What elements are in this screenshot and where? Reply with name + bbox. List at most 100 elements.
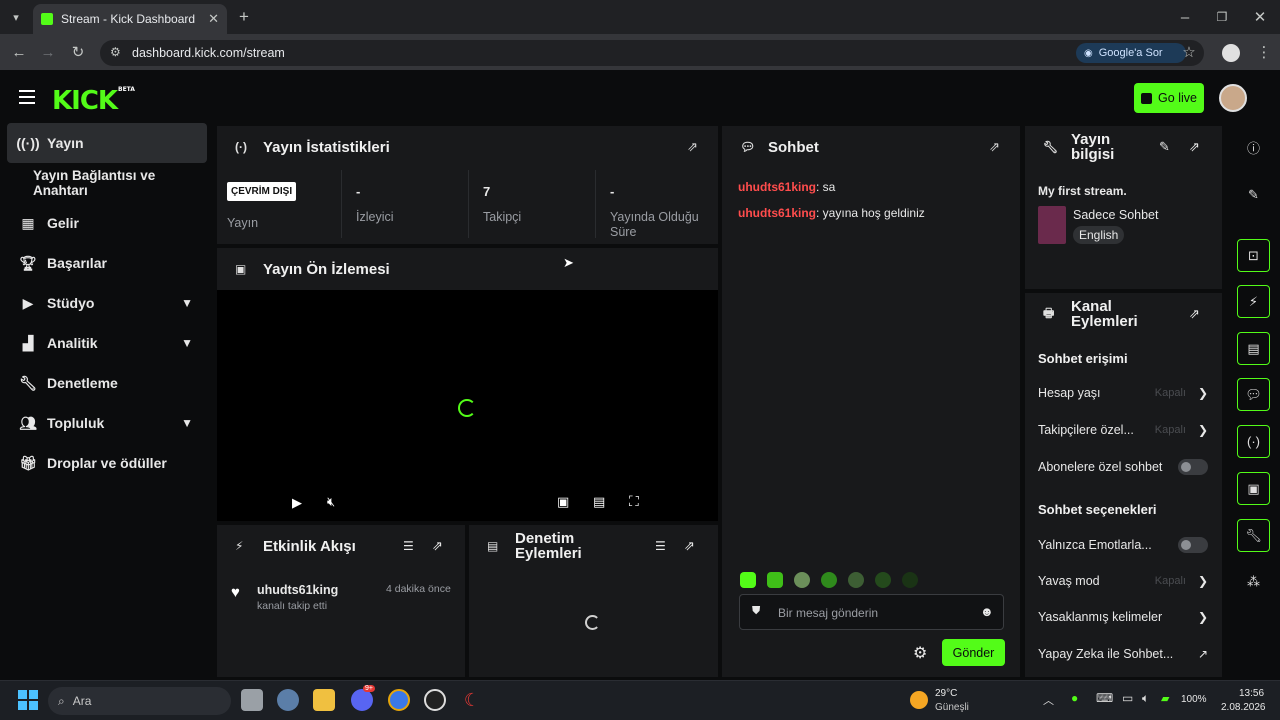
video-icon[interactable]: ▣ [1237,472,1270,505]
windows-start-icon[interactable] [18,690,38,710]
clock-date[interactable]: 2.08.2026 [1221,702,1266,713]
subs-only-row: Abonelere özel sohbet [1038,456,1208,478]
language-tag: English [1073,226,1125,244]
sidebar-item-yayin[interactable]: ((·)) Yayın [7,123,207,163]
mute-icon[interactable]: 🔇︎ [327,494,335,510]
sidebar-item-denetleme[interactable]: 🔧︎ Denetleme [7,363,207,403]
emoji-icon[interactable]: ☻ [980,604,994,619]
restore-icon[interactable]: ❐ [1210,5,1234,29]
emote-icon[interactable] [740,572,756,588]
emote-icon[interactable] [794,572,810,588]
window-close-icon[interactable]: ✕ [1248,5,1272,29]
gift-icon: 🎁︎ [19,454,37,471]
wrench-icon[interactable]: 🔧︎ [1237,519,1270,552]
sidebar-item-droplar[interactable]: 🎁︎ Droplar ve ödüller [7,443,207,483]
emote-bar[interactable] [740,572,918,588]
browser-menu-icon[interactable]: ⋮ [1252,40,1276,64]
ask-google-button[interactable]: ◉ Google'a Sor [1076,43,1186,63]
sidebar-item-topluluk[interactable]: 👥︎ Topluluk ▼ [7,403,207,443]
chat-input[interactable]: ⛊ Bir mesaj gönderin ☻ [739,594,1004,630]
battery-icon[interactable]: ▰ [1161,692,1169,705]
browser-tabstrip: ▾ Stream - Kick Dashboard ✕ + – ❐ ✕ [0,0,1280,34]
filter-icon[interactable]: ☰ [655,539,666,553]
sidebar-item-basarilar[interactable]: 🏆︎ Başarılar [7,243,207,283]
popout-icon[interactable]: ⇗ [687,139,698,155]
forward-icon[interactable]: → [36,40,60,64]
sidebar-item-analitik[interactable]: ▟ Analitik ▼ [7,323,207,363]
network-icon[interactable]: ▭ [1122,691,1133,705]
user-avatar[interactable] [1219,84,1247,112]
edit-pencil-icon[interactable]: ✎ [1159,139,1170,155]
emote-icon[interactable] [821,572,837,588]
microphone-icon[interactable]: ● [1071,691,1078,705]
go-live-button[interactable]: Go live [1134,83,1204,113]
kick-logo[interactable]: KICK BETA [52,86,135,116]
browser-tab[interactable]: Stream - Kick Dashboard ✕ [33,4,227,34]
stream-title: My first stream. [1038,184,1127,198]
sidebar-item-studyo[interactable]: ▶ Stüdyo ▼ [7,283,207,323]
fullscreen-icon[interactable]: ⛶ [629,493,639,510]
clock-time[interactable]: 13:56 [1239,688,1264,699]
account-age-row[interactable]: Hesap yaşı Kapalı ❯ [1038,382,1208,404]
emote-icon[interactable] [848,572,864,588]
banned-words-row[interactable]: Yasaklanmış kelimeler ❯ [1038,606,1208,628]
filter-icon[interactable]: ☰ [403,539,414,553]
back-icon[interactable]: ← [7,40,31,64]
slow-mode-row[interactable]: Yavaş mod Kapalı ❯ [1038,570,1208,592]
file-explorer-icon[interactable] [313,689,335,711]
profile-icon[interactable] [1222,44,1240,62]
chat-bubble-icon[interactable]: 💬︎ [1237,378,1270,411]
video-icon: ▶ [22,294,34,311]
new-tab-icon[interactable]: + [232,5,256,29]
reload-icon[interactable]: ↻ [66,40,90,64]
popout-icon[interactable]: ⇗ [1189,139,1200,155]
document-icon[interactable]: ▤ [1237,332,1270,365]
edit-pencil-icon[interactable]: ✎ [1237,178,1270,211]
info-icon[interactable]: ⓘ [1237,131,1270,164]
followers-only-row[interactable]: Takipçilere özel... Kapalı ❯ [1038,419,1208,441]
popout-icon[interactable]: ⇗ [989,139,1000,155]
theater-icon[interactable]: ▤ [593,494,605,510]
category-name[interactable]: Sadece Sohbet [1073,208,1159,222]
app-crescent-icon[interactable]: ☾ [461,689,483,711]
emote-icon[interactable] [767,572,783,588]
address-bar[interactable]: ⚙ dashboard.kick.com/stream ◉ Google'a S… [100,40,1204,66]
pip-icon[interactable]: ▣ [557,494,569,510]
sidebar-item-gelir[interactable]: ▦ Gelir [7,203,207,243]
discord-icon[interactable]: 9+ [351,685,375,711]
lightning-icon[interactable]: ⚡︎ [1237,285,1270,318]
volume-icon[interactable]: 🔈︎ [1142,691,1149,706]
popout-icon[interactable]: ⇗ [1189,306,1200,322]
ai-chat-row[interactable]: Yapay Zeka ile Sohbet... ↗ [1038,643,1208,665]
bookmark-star-icon[interactable]: ☆ [1177,40,1201,64]
task-view-icon[interactable] [241,689,263,711]
settings-gear-icon[interactable] [277,689,299,711]
hamburger-menu-icon[interactable] [19,90,35,104]
chat-username[interactable]: uhudts61king [738,180,816,194]
subs-only-toggle[interactable] [1178,459,1208,475]
taskbar-search[interactable]: ⌕ Ara [48,687,231,715]
popout-icon[interactable]: ⇗ [684,538,695,554]
minimize-icon[interactable]: – [1173,5,1197,29]
section-title: Sohbet erişimi [1038,351,1128,366]
chrome-icon[interactable] [388,689,410,711]
popout-icon[interactable]: ⇗ [432,538,443,554]
play-icon[interactable]: ▶ [292,495,302,511]
capture-icon[interactable]: ⊡ [1237,239,1270,272]
logo-text: KICK [52,86,118,116]
emote-icon[interactable] [902,572,918,588]
site-info-icon[interactable]: ⚙ [110,45,121,59]
emote-icon[interactable] [875,572,891,588]
tab-list-chevron-icon[interactable]: ▾ [4,5,28,29]
chat-username[interactable]: uhudts61king [738,206,816,220]
keyboard-icon[interactable]: ⌨ [1096,691,1113,705]
send-button[interactable]: Gönder [942,639,1005,666]
emotes-only-toggle[interactable] [1178,537,1208,553]
close-tab-icon[interactable]: ✕ [208,11,219,27]
shapes-icon[interactable]: ⁂ [1237,565,1270,598]
broadcast-icon[interactable]: (·) [1237,425,1270,458]
sidebar-item-stream-key[interactable]: Yayın Bağlantısı ve Anahtarı [7,163,207,203]
chat-settings-gear-icon[interactable]: ⚙ [913,643,927,663]
obs-icon[interactable] [424,689,446,711]
tray-chevron-up-icon[interactable]: ︿ [1043,692,1054,708]
